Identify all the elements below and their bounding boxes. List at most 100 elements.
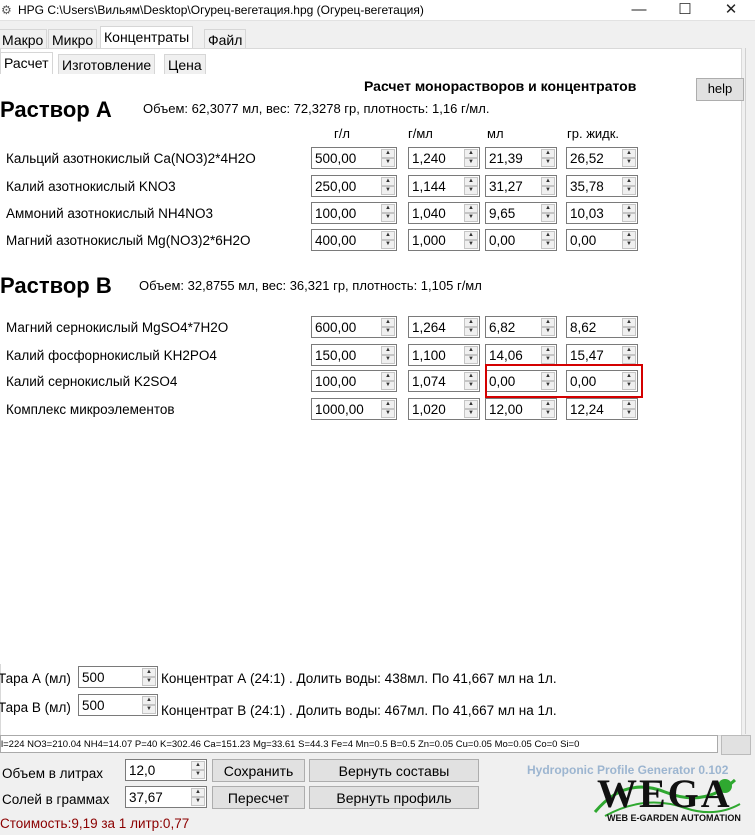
solution-b-g-per-l-input[interactable]: 1000,00 ▲ ▼ [311,398,397,420]
solution-b-g-per-ml-stepper[interactable]: ▲ ▼ [464,346,478,364]
solution-a-g-per-l-input[interactable]: 100,00 ▲ ▼ [311,202,397,224]
solution-b-info: Объем: 32,8755 мл, вес: 36,321 гр, плотн… [139,278,482,293]
solution-b-ml-stepper[interactable]: ▲ ▼ [541,400,555,418]
solution-a-g-per-ml-stepper[interactable]: ▲ ▼ [464,177,478,195]
solution-a-liquid-g-value: 10,03 [570,206,604,221]
solution-a-g-per-l-input[interactable]: 250,00 ▲ ▼ [311,175,397,197]
solution-b-ml-stepper[interactable]: ▲ ▼ [541,318,555,336]
salts-value: 37,67 [129,790,163,805]
solution-b-g-per-l-value: 600,00 [315,320,357,335]
solution-b-g-per-l-input[interactable]: 100,00 ▲ ▼ [311,370,397,392]
solution-b-g-per-ml-input[interactable]: 1,100 ▲ ▼ [408,344,480,366]
salts-stepper[interactable]: ▲ ▼ [191,788,205,806]
solution-b-ml-input[interactable]: 6,82 ▲ ▼ [485,316,557,338]
cost-text: Стоимость:9,19 за 1 литр:0,77 [0,816,190,831]
minimize-button[interactable]: — [616,0,662,20]
solution-b-g-per-ml-stepper[interactable]: ▲ ▼ [464,372,478,390]
salts-input[interactable]: 37,67 ▲ ▼ [125,786,207,808]
tara-a-stepper[interactable]: ▲ ▼ [142,668,156,686]
solution-a-ml-input[interactable]: 0,00 ▲ ▼ [485,229,557,251]
solution-a-g-per-l-input[interactable]: 400,00 ▲ ▼ [311,229,397,251]
solution-a-ml-stepper[interactable]: ▲ ▼ [541,231,555,249]
solution-b-g-per-ml-stepper[interactable]: ▲ ▼ [464,318,478,336]
solution-a-liquid-g-stepper[interactable]: ▲ ▼ [622,177,636,195]
status-side-button[interactable] [721,735,751,755]
solution-a-g-per-ml-input[interactable]: 1,040 ▲ ▼ [408,202,480,224]
solution-b-g-per-l-stepper[interactable]: ▲ ▼ [381,400,395,418]
solution-a-ml-stepper[interactable]: ▲ ▼ [541,149,555,167]
solution-a-g-per-ml-value: 1,240 [412,151,446,166]
volume-stepper[interactable]: ▲ ▼ [191,761,205,779]
recalculate-button[interactable]: Пересчет [212,786,305,809]
help-button[interactable]: help [696,78,744,101]
solution-a-ml-value: 0,00 [489,233,516,248]
title-bar: ⚙ HPG C:\Users\Вильям\Desktop\Огурец-вег… [0,0,755,21]
tab-price[interactable]: Цена [164,54,206,75]
solution-a-info: Объем: 62,3077 мл, вес: 72,3278 гр, плот… [143,101,490,116]
solution-a-liquid-g-input[interactable]: 26,52 ▲ ▼ [566,147,638,169]
solution-a-g-per-l-stepper[interactable]: ▲ ▼ [381,149,395,167]
solution-a-liquid-g-stepper[interactable]: ▲ ▼ [622,204,636,222]
solution-b-g-per-l-stepper[interactable]: ▲ ▼ [381,318,395,336]
solution-b-liquid-g-stepper[interactable]: ▲ ▼ [622,318,636,336]
solution-b-g-per-ml-value: 1,074 [412,374,446,389]
solution-a-g-per-l-stepper[interactable]: ▲ ▼ [381,177,395,195]
close-button[interactable]: ✕ [708,0,754,20]
salts-label: Солей в граммах [2,792,110,807]
tara-b-input[interactable]: 500 ▲ ▼ [78,694,158,716]
solution-a-ml-input[interactable]: 31,27 ▲ ▼ [485,175,557,197]
volume-input[interactable]: 12,0 ▲ ▼ [125,759,207,781]
solution-a-liquid-g-input[interactable]: 35,78 ▲ ▼ [566,175,638,197]
solution-a-ml-stepper[interactable]: ▲ ▼ [541,204,555,222]
tara-b-stepper[interactable]: ▲ ▼ [142,696,156,714]
solution-b-g-per-ml-input[interactable]: 1,264 ▲ ▼ [408,316,480,338]
tab-production[interactable]: Изготовление [58,54,156,75]
solution-a-g-per-ml-input[interactable]: 1,000 ▲ ▼ [408,229,480,251]
solution-a-liquid-g-input[interactable]: 10,03 ▲ ▼ [566,202,638,224]
solution-b-g-per-ml-input[interactable]: 1,074 ▲ ▼ [408,370,480,392]
solution-b-liquid-g-input[interactable]: 8,62 ▲ ▼ [566,316,638,338]
solution-a-g-per-ml-stepper[interactable]: ▲ ▼ [464,231,478,249]
solution-a-ml-input[interactable]: 9,65 ▲ ▼ [485,202,557,224]
solution-b-liquid-g-stepper[interactable]: ▲ ▼ [622,400,636,418]
solution-a-g-per-ml-input[interactable]: 1,144 ▲ ▼ [408,175,480,197]
solution-b-liquid-g-input[interactable]: 15,47 ▲ ▼ [566,344,638,366]
restore-compositions-button[interactable]: Вернуть составы [309,759,479,782]
solution-b-g-per-l-input[interactable]: 150,00 ▲ ▼ [311,344,397,366]
solution-a-g-per-l-stepper[interactable]: ▲ ▼ [381,204,395,222]
restore-profile-button[interactable]: Вернуть профиль [309,786,479,809]
maximize-button[interactable]: ☐ [662,0,708,20]
solution-a-g-per-l-input[interactable]: 500,00 ▲ ▼ [311,147,397,169]
solution-a-ml-input[interactable]: 21,39 ▲ ▼ [485,147,557,169]
solution-b-g-per-l-input[interactable]: 600,00 ▲ ▼ [311,316,397,338]
solution-b-g-per-l-stepper[interactable]: ▲ ▼ [381,346,395,364]
solution-b-g-per-l-stepper[interactable]: ▲ ▼ [381,372,395,390]
tab-micro[interactable]: Микро [48,29,98,50]
tara-a-value: 500 [82,670,105,685]
tab-file[interactable]: Файл [204,29,247,50]
solution-a-liquid-g-input[interactable]: 0,00 ▲ ▼ [566,229,638,251]
solution-b-liquid-g-input[interactable]: 12,24 ▲ ▼ [566,398,638,420]
solution-a-g-per-l-stepper[interactable]: ▲ ▼ [381,231,395,249]
solution-b-ml-stepper[interactable]: ▲ ▼ [541,346,555,364]
solution-a-g-per-ml-value: 1,000 [412,233,446,248]
solution-b-g-per-ml-stepper[interactable]: ▲ ▼ [464,400,478,418]
solution-a-liquid-g-stepper[interactable]: ▲ ▼ [622,149,636,167]
solution-a-g-per-l-value: 250,00 [315,179,357,194]
solution-a-liquid-g-stepper[interactable]: ▲ ▼ [622,231,636,249]
solution-b-liquid-g-stepper[interactable]: ▲ ▼ [622,346,636,364]
solution-a-g-per-ml-stepper[interactable]: ▲ ▼ [464,149,478,167]
solution-a-g-per-l-value: 400,00 [315,233,357,248]
tara-a-input[interactable]: 500 ▲ ▼ [78,666,158,688]
solution-b-ml-input[interactable]: 12,00 ▲ ▼ [485,398,557,420]
save-button[interactable]: Сохранить [212,759,305,782]
column-header-g-l: г/л [334,126,350,141]
solution-a-g-per-ml-stepper[interactable]: ▲ ▼ [464,204,478,222]
solution-a-g-per-ml-input[interactable]: 1,240 ▲ ▼ [408,147,480,169]
tab-concentrates[interactable]: Концентраты [100,26,194,49]
tab-macro[interactable]: Макро [0,29,48,50]
solution-b-ml-input[interactable]: 14,06 ▲ ▼ [485,344,557,366]
tab-calculation[interactable]: Расчет [0,52,53,75]
solution-a-ml-stepper[interactable]: ▲ ▼ [541,177,555,195]
solution-b-g-per-ml-input[interactable]: 1,020 ▲ ▼ [408,398,480,420]
